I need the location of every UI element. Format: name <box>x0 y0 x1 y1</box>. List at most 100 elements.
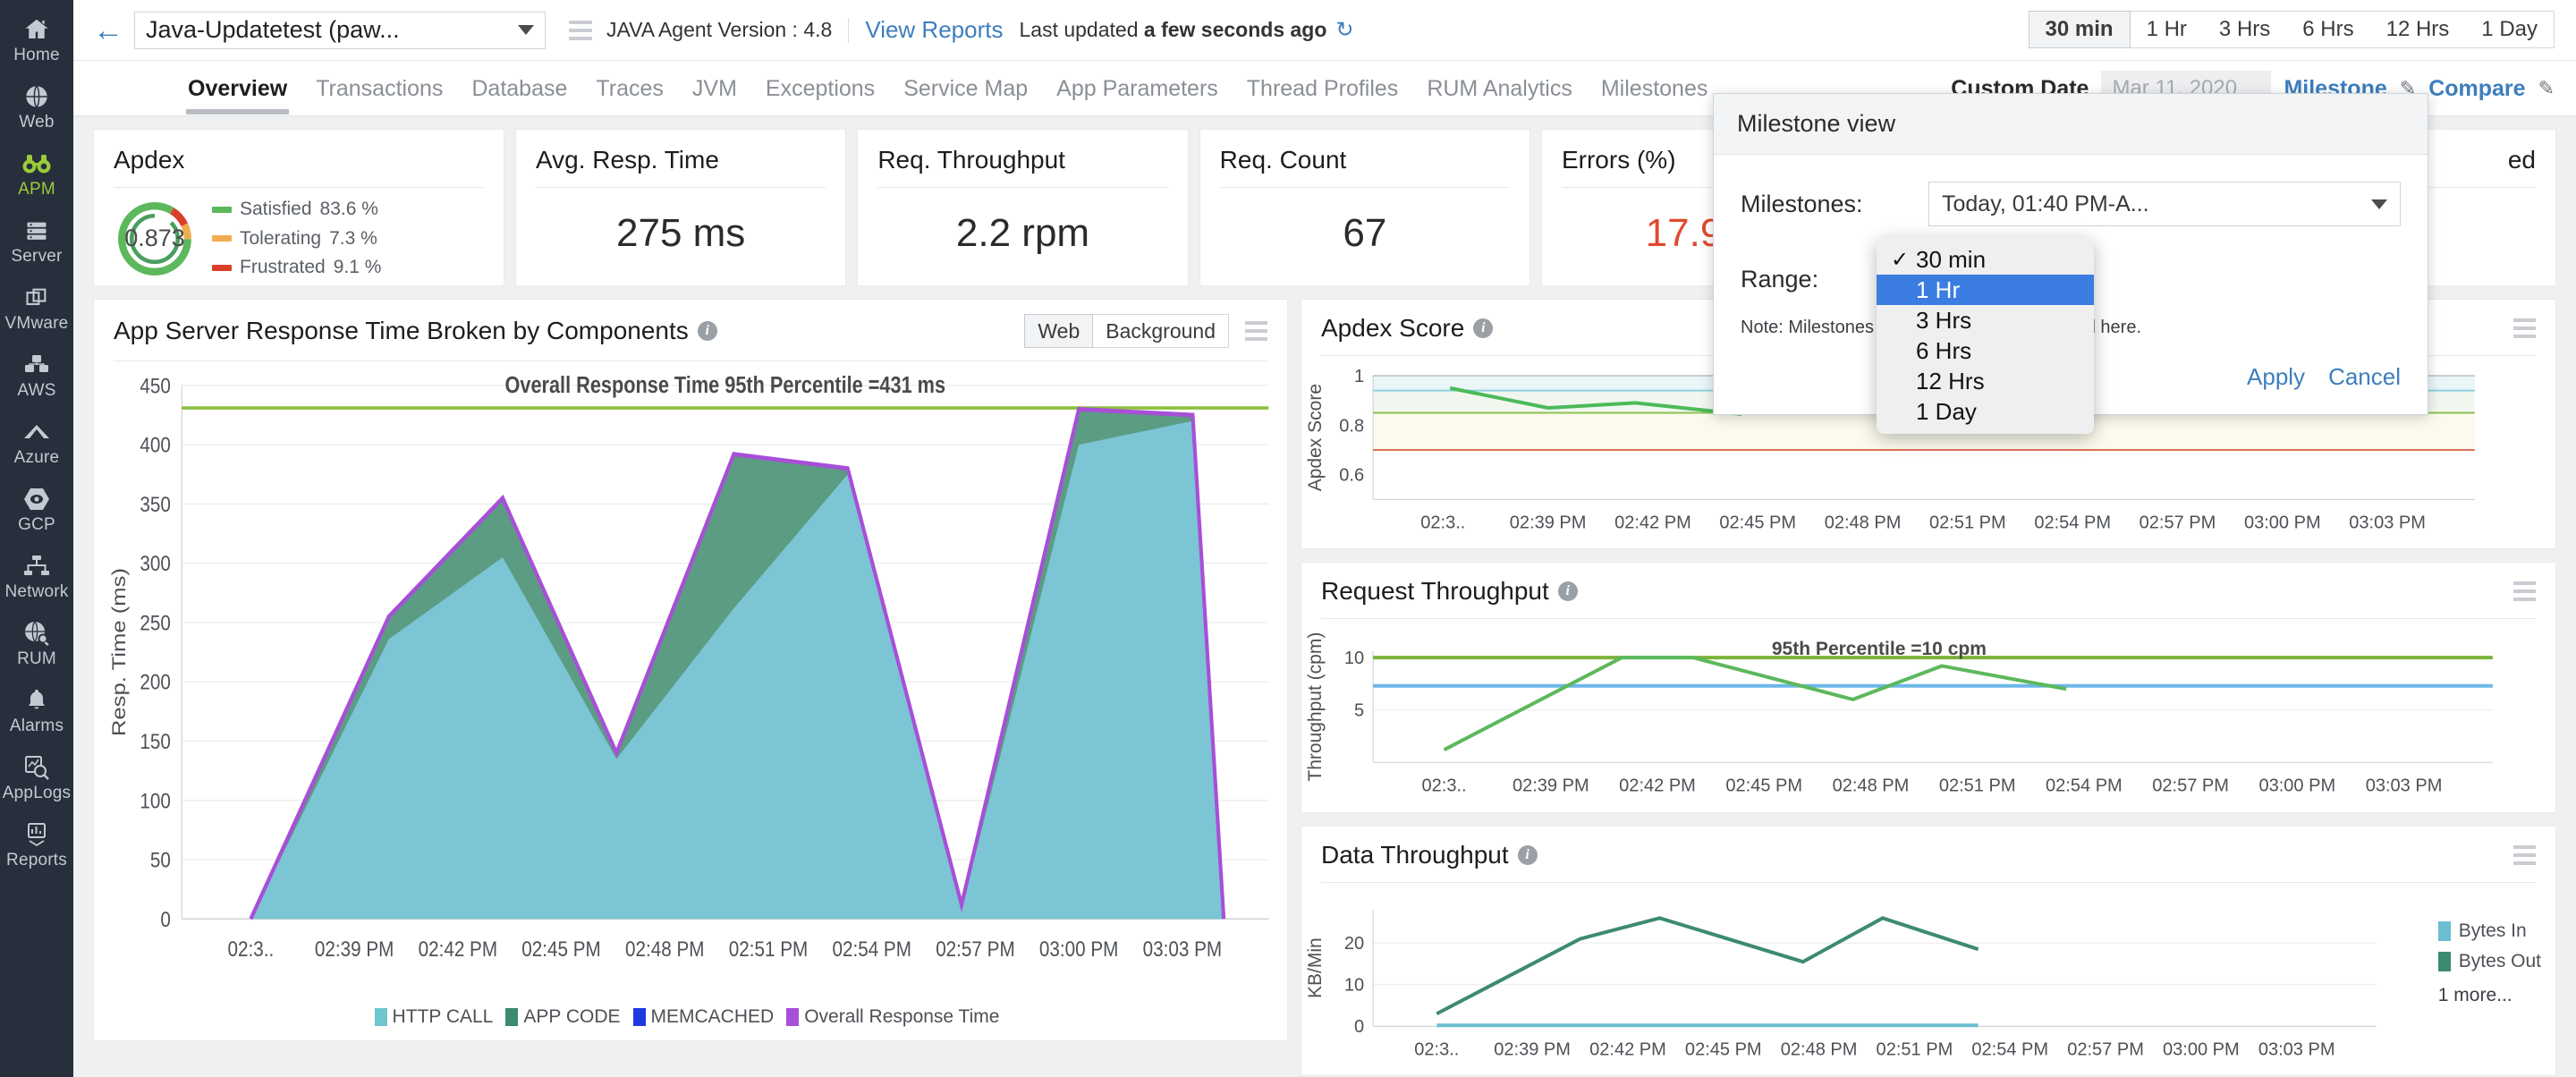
data-throughput-chart-canvas: 01020KB/Min02:3..02:39 PM02:42 PM02:45 P… <box>1301 883 2555 1075</box>
sidebar-item-rum[interactable]: RUM <box>0 611 73 678</box>
sidebar-item-vmware[interactable]: VMware <box>0 276 73 343</box>
range-button-1-hr[interactable]: 1 Hr <box>2131 12 2203 47</box>
application-selector[interactable]: Java-Updatetest (paw... <box>134 12 546 49</box>
svg-text:02:42 PM: 02:42 PM <box>1589 1039 1666 1059</box>
divider <box>114 187 484 188</box>
tab-rum-analytics[interactable]: RUM Analytics <box>1412 61 1587 116</box>
sidebar-item-home[interactable]: Home <box>0 7 73 74</box>
hamburger-icon[interactable] <box>569 21 592 40</box>
sidebar-item-reports[interactable]: Reports <box>0 812 73 879</box>
tab-database[interactable]: Database <box>457 61 581 116</box>
compare-link[interactable]: Compare <box>2428 76 2525 102</box>
components-chart-legend: HTTP CALL APP CODE MEMCACHED Overall Respon… <box>94 1006 1287 1040</box>
dropdown-option-1-hr[interactable]: 1 Hr <box>1877 275 2094 305</box>
svg-text:02:48 PM: 02:48 PM <box>1825 513 1902 532</box>
dropdown-option-30-min[interactable]: ✓30 min <box>1877 244 2094 275</box>
sidebar-item-gcp[interactable]: GCP <box>0 477 73 544</box>
dropdown-option-12-hrs[interactable]: 12 Hrs <box>1877 366 2094 396</box>
svg-text:02:54 PM: 02:54 PM <box>1971 1039 2048 1059</box>
sidebar-item-label: AWS <box>17 381 55 401</box>
apdex-body: 0.873 Satisfied 83.6 %Tolerating 7.3 %Fr… <box>114 195 484 283</box>
legend-more-link[interactable]: 1 more... <box>2438 985 2541 1006</box>
sidebar-item-azure[interactable]: Azure <box>0 410 73 477</box>
tab-overview[interactable]: Overview <box>174 61 301 116</box>
legend-label: HTTP CALL <box>393 1006 494 1028</box>
svg-text:Throughput (cpm): Throughput (cpm) <box>1305 632 1326 782</box>
cancel-button[interactable]: Cancel <box>2328 363 2401 391</box>
sidebar-item-network[interactable]: Network <box>0 544 73 611</box>
panel-menu-icon[interactable] <box>2513 845 2536 865</box>
svg-text:300: 300 <box>140 552 170 576</box>
view-reports-link[interactable]: View Reports <box>865 16 1003 44</box>
kpi-card-req-count: Req. Count 67 <box>1199 129 1530 286</box>
tab-thread-profiles[interactable]: Thread Profiles <box>1233 61 1413 116</box>
info-icon[interactable]: i <box>1558 581 1578 601</box>
chart-legend-item[interactable]: MEMCACHED <box>633 1006 775 1028</box>
chart-legend-item[interactable]: Overall Response Time <box>786 1006 999 1028</box>
toggle-background[interactable]: Background <box>1093 315 1228 347</box>
tab-traces[interactable]: Traces <box>581 61 677 116</box>
data-throughput-legend: Bytes In Bytes Out 1 more... <box>2438 920 2541 1006</box>
svg-text:0: 0 <box>160 907 171 931</box>
tab-exceptions[interactable]: Exceptions <box>751 61 889 116</box>
range-button-3-hrs[interactable]: 3 Hrs <box>2203 12 2286 47</box>
milestones-label: Milestones: <box>1741 191 1928 218</box>
svg-text:Apdex Score: Apdex Score <box>1305 384 1326 491</box>
dropdown-option-label: 6 Hrs <box>1916 337 1971 365</box>
sidebar-item-server[interactable]: Server <box>0 208 73 276</box>
tab-jvm[interactable]: JVM <box>678 61 751 116</box>
chart-legend-item[interactable]: APP CODE <box>505 1006 620 1028</box>
sidebar-item-apm[interactable]: APM <box>0 141 73 208</box>
pencil-icon[interactable]: ✎ <box>2538 77 2555 100</box>
tab-transactions[interactable]: Transactions <box>301 61 457 116</box>
panel-menu-icon[interactable] <box>1245 321 1267 341</box>
svg-text:02:54 PM: 02:54 PM <box>2034 513 2111 532</box>
dropdown-option-6-hrs[interactable]: 6 Hrs <box>1877 335 2094 366</box>
apdex-donut-chart: 0.873 <box>114 198 196 280</box>
report-chart-icon <box>24 821 49 848</box>
sidebar-item-web[interactable]: Web <box>0 74 73 141</box>
back-arrow-icon[interactable]: ← <box>89 15 134 46</box>
chart-legend-item[interactable]: Bytes In <box>2438 920 2541 942</box>
dropdown-option-3-hrs[interactable]: 3 Hrs <box>1877 305 2094 335</box>
globe-icon <box>24 83 49 110</box>
range-button-6-hrs[interactable]: 6 Hrs <box>2286 12 2369 47</box>
svg-text:400: 400 <box>140 433 170 457</box>
panel-title: Data Throughput <box>1321 841 1509 869</box>
toggle-web[interactable]: Web <box>1024 314 1093 348</box>
sidebar-item-label: VMware <box>5 314 69 334</box>
info-icon[interactable]: i <box>1473 318 1493 338</box>
sidebar-item-alarms[interactable]: Alarms <box>0 678 73 745</box>
sidebar-item-label: Alarms <box>10 717 64 736</box>
range-button-30-min[interactable]: 30 min <box>2029 11 2131 48</box>
milestones-select-value: Today, 01:40 PM-A... <box>1942 191 2371 217</box>
refresh-icon[interactable]: ↻ <box>1335 17 1353 43</box>
chart-legend-item[interactable]: HTTP CALL <box>375 1006 494 1028</box>
tab-service-map[interactable]: Service Map <box>889 61 1042 116</box>
svg-text:02:39 PM: 02:39 PM <box>1494 1039 1571 1059</box>
sidebar-item-aws[interactable]: AWS <box>0 343 73 410</box>
apply-button[interactable]: Apply <box>2247 363 2305 391</box>
range-button-12-hrs[interactable]: 12 Hrs <box>2370 12 2466 47</box>
svg-text:02:42 PM: 02:42 PM <box>1619 776 1696 796</box>
info-icon[interactable]: i <box>1518 845 1538 865</box>
panel-menu-icon[interactable] <box>2513 581 2536 601</box>
info-icon[interactable]: i <box>698 321 717 341</box>
panel-menu-icon[interactable] <box>2513 318 2536 338</box>
svg-text:03:03 PM: 03:03 PM <box>2349 513 2426 532</box>
svg-text:10: 10 <box>1344 975 1364 995</box>
tab-app-parameters[interactable]: App Parameters <box>1042 61 1233 116</box>
kpi-title: Req. Throughput <box>877 146 1167 174</box>
chart-legend-item[interactable]: Bytes Out <box>2438 951 2541 972</box>
apdex-legend-item: Tolerating 7.3 % <box>212 225 381 254</box>
azure-triangle-icon <box>23 419 50 445</box>
home-icon <box>23 16 50 43</box>
chevron-down-icon <box>518 25 534 35</box>
dropdown-option-1-day[interactable]: 1 Day <box>1877 396 2094 427</box>
sidebar-item-label: GCP <box>18 515 55 535</box>
milestones-select[interactable]: Today, 01:40 PM-A... <box>1928 182 2401 226</box>
range-button-1-day[interactable]: 1 Day <box>2465 12 2554 47</box>
sidebar-item-applogs[interactable]: AppLogs <box>0 745 73 812</box>
svg-text:02:3..: 02:3.. <box>1420 513 1465 532</box>
tab-milestones[interactable]: Milestones <box>1587 61 1723 116</box>
